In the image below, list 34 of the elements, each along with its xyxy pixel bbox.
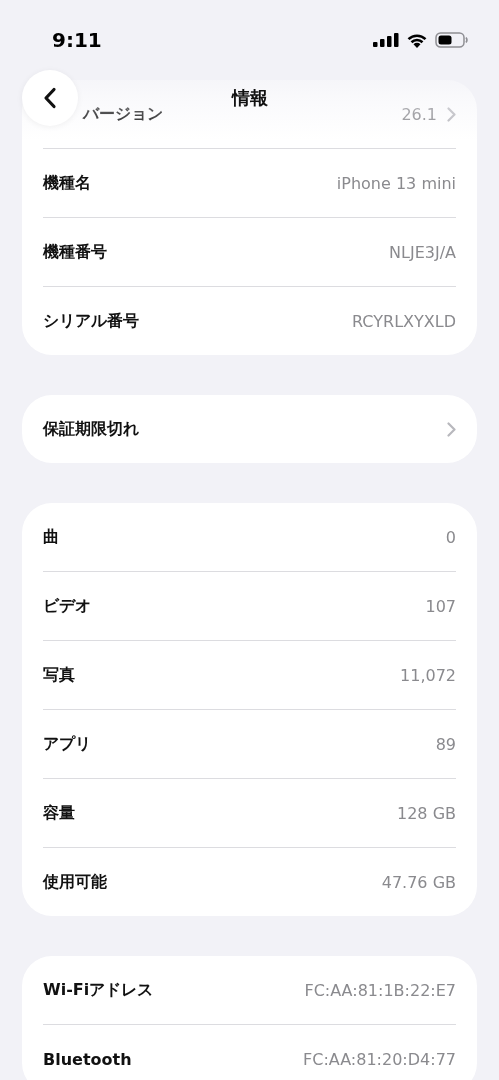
row-value: RCYRLXYXLD [352,311,456,331]
row-value: 89 [435,734,456,754]
row-label: シリアル番号 [43,310,139,332]
row-label: 写真 [43,664,75,686]
row-value: NLJE3J/A [389,242,456,262]
signal-icon [373,33,399,47]
battery-icon [435,32,469,48]
row-label: Wi-Fiアドレス [43,979,154,1001]
back-button[interactable] [22,70,78,126]
row-value: 128 GB [397,803,456,823]
row-label: 使用可能 [43,871,107,893]
row-value: 47.76 GB [381,872,456,892]
row-value: 107 [425,596,456,616]
row-label: Bluetooth [43,1049,132,1069]
row-label: ビデオ [43,595,91,617]
row-value: 0 [445,527,456,547]
row-label: 保証期限切れ [43,418,139,440]
row-value: 26.1 [401,104,437,124]
status-time: 9:11 [52,27,102,52]
wifi-icon [406,32,428,48]
row-value: 11,072 [400,665,456,685]
row-label: 機種名 [43,172,91,194]
back-icon [43,87,57,109]
row-label: 容量 [43,802,75,824]
row-value: iPhone 13 mini [336,173,456,193]
row-label: 機種番号 [43,241,107,263]
row-label: アプリ [43,733,91,755]
chevron-icon[interactable] [447,106,456,122]
row-value: FC:AA:81:1B:22:E7 [304,980,456,1000]
page-title: 情報 [231,86,268,110]
row-value: FC:AA:81:20:D4:77 [303,1049,456,1069]
row-label: バージョン [83,103,163,125]
row-label: 曲 [43,526,59,548]
chevron-icon[interactable] [447,421,456,437]
